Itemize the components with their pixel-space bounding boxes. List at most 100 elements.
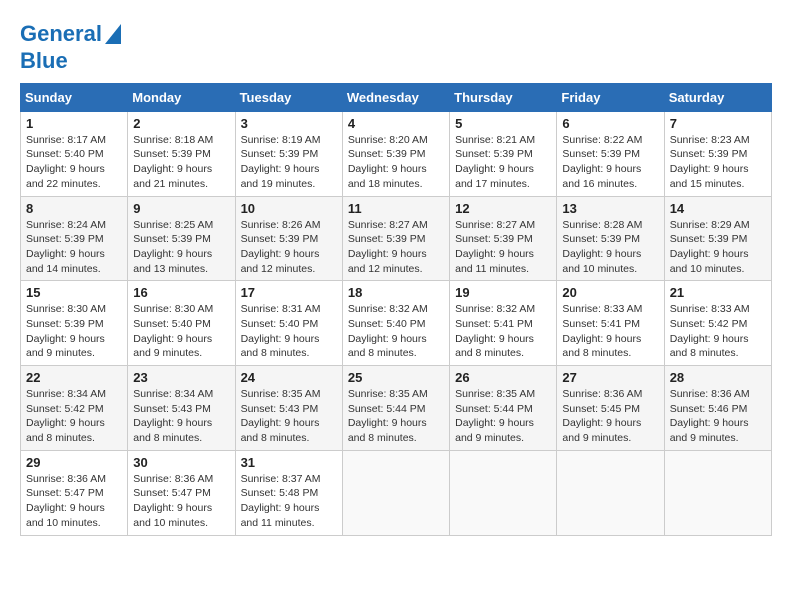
day-detail: Sunrise: 8:32 AMSunset: 5:41 PMDaylight:… [455, 303, 535, 359]
day-detail: Sunrise: 8:23 AMSunset: 5:39 PMDaylight:… [670, 134, 750, 190]
day-detail: Sunrise: 8:37 AMSunset: 5:48 PMDaylight:… [241, 473, 321, 529]
logo-triangle-icon [105, 24, 121, 44]
page-header: General Blue [20, 20, 772, 73]
calendar-cell: 6 Sunrise: 8:22 AMSunset: 5:39 PMDayligh… [557, 111, 664, 196]
day-detail: Sunrise: 8:30 AMSunset: 5:40 PMDaylight:… [133, 303, 213, 359]
calendar-week-row: 29 Sunrise: 8:36 AMSunset: 5:47 PMDaylig… [21, 450, 772, 535]
calendar-table: SundayMondayTuesdayWednesdayThursdayFrid… [20, 83, 772, 536]
calendar-header-monday: Monday [128, 83, 235, 111]
day-detail: Sunrise: 8:26 AMSunset: 5:39 PMDaylight:… [241, 219, 321, 275]
day-number: 16 [133, 285, 229, 300]
calendar-cell: 9 Sunrise: 8:25 AMSunset: 5:39 PMDayligh… [128, 196, 235, 281]
calendar-cell: 22 Sunrise: 8:34 AMSunset: 5:42 PMDaylig… [21, 366, 128, 451]
day-detail: Sunrise: 8:36 AMSunset: 5:46 PMDaylight:… [670, 388, 750, 444]
day-number: 25 [348, 370, 444, 385]
calendar-header-tuesday: Tuesday [235, 83, 342, 111]
calendar-cell: 20 Sunrise: 8:33 AMSunset: 5:41 PMDaylig… [557, 281, 664, 366]
day-number: 8 [26, 201, 122, 216]
calendar-cell [342, 450, 449, 535]
calendar-cell: 3 Sunrise: 8:19 AMSunset: 5:39 PMDayligh… [235, 111, 342, 196]
calendar-cell: 15 Sunrise: 8:30 AMSunset: 5:39 PMDaylig… [21, 281, 128, 366]
day-number: 21 [670, 285, 766, 300]
day-detail: Sunrise: 8:35 AMSunset: 5:44 PMDaylight:… [455, 388, 535, 444]
day-number: 3 [241, 116, 337, 131]
day-detail: Sunrise: 8:24 AMSunset: 5:39 PMDaylight:… [26, 219, 106, 275]
day-number: 23 [133, 370, 229, 385]
day-detail: Sunrise: 8:17 AMSunset: 5:40 PMDaylight:… [26, 134, 106, 190]
day-detail: Sunrise: 8:32 AMSunset: 5:40 PMDaylight:… [348, 303, 428, 359]
day-number: 17 [241, 285, 337, 300]
day-detail: Sunrise: 8:33 AMSunset: 5:42 PMDaylight:… [670, 303, 750, 359]
day-detail: Sunrise: 8:36 AMSunset: 5:47 PMDaylight:… [26, 473, 106, 529]
day-number: 10 [241, 201, 337, 216]
day-detail: Sunrise: 8:21 AMSunset: 5:39 PMDaylight:… [455, 134, 535, 190]
calendar-cell: 10 Sunrise: 8:26 AMSunset: 5:39 PMDaylig… [235, 196, 342, 281]
day-number: 31 [241, 455, 337, 470]
logo-text-line1: General [20, 22, 102, 46]
calendar-cell: 29 Sunrise: 8:36 AMSunset: 5:47 PMDaylig… [21, 450, 128, 535]
calendar-cell: 23 Sunrise: 8:34 AMSunset: 5:43 PMDaylig… [128, 366, 235, 451]
day-number: 1 [26, 116, 122, 131]
calendar-cell: 5 Sunrise: 8:21 AMSunset: 5:39 PMDayligh… [450, 111, 557, 196]
calendar-cell: 28 Sunrise: 8:36 AMSunset: 5:46 PMDaylig… [664, 366, 771, 451]
day-number: 28 [670, 370, 766, 385]
day-number: 5 [455, 116, 551, 131]
calendar-header-thursday: Thursday [450, 83, 557, 111]
day-number: 15 [26, 285, 122, 300]
calendar-cell [450, 450, 557, 535]
calendar-cell: 2 Sunrise: 8:18 AMSunset: 5:39 PMDayligh… [128, 111, 235, 196]
logo-text-line2: Blue [20, 49, 68, 73]
calendar-cell: 4 Sunrise: 8:20 AMSunset: 5:39 PMDayligh… [342, 111, 449, 196]
day-detail: Sunrise: 8:22 AMSunset: 5:39 PMDaylight:… [562, 134, 642, 190]
day-number: 14 [670, 201, 766, 216]
day-number: 9 [133, 201, 229, 216]
day-number: 18 [348, 285, 444, 300]
calendar-cell: 17 Sunrise: 8:31 AMSunset: 5:40 PMDaylig… [235, 281, 342, 366]
day-number: 20 [562, 285, 658, 300]
day-number: 29 [26, 455, 122, 470]
calendar-cell: 11 Sunrise: 8:27 AMSunset: 5:39 PMDaylig… [342, 196, 449, 281]
day-number: 2 [133, 116, 229, 131]
calendar-cell: 26 Sunrise: 8:35 AMSunset: 5:44 PMDaylig… [450, 366, 557, 451]
day-detail: Sunrise: 8:36 AMSunset: 5:47 PMDaylight:… [133, 473, 213, 529]
calendar-header-row: SundayMondayTuesdayWednesdayThursdayFrid… [21, 83, 772, 111]
day-detail: Sunrise: 8:27 AMSunset: 5:39 PMDaylight:… [455, 219, 535, 275]
day-number: 30 [133, 455, 229, 470]
day-number: 4 [348, 116, 444, 131]
day-detail: Sunrise: 8:30 AMSunset: 5:39 PMDaylight:… [26, 303, 106, 359]
calendar-week-row: 15 Sunrise: 8:30 AMSunset: 5:39 PMDaylig… [21, 281, 772, 366]
day-number: 11 [348, 201, 444, 216]
day-detail: Sunrise: 8:25 AMSunset: 5:39 PMDaylight:… [133, 219, 213, 275]
day-detail: Sunrise: 8:34 AMSunset: 5:42 PMDaylight:… [26, 388, 106, 444]
calendar-cell: 19 Sunrise: 8:32 AMSunset: 5:41 PMDaylig… [450, 281, 557, 366]
day-detail: Sunrise: 8:33 AMSunset: 5:41 PMDaylight:… [562, 303, 642, 359]
calendar-week-row: 8 Sunrise: 8:24 AMSunset: 5:39 PMDayligh… [21, 196, 772, 281]
day-detail: Sunrise: 8:35 AMSunset: 5:43 PMDaylight:… [241, 388, 321, 444]
day-detail: Sunrise: 8:34 AMSunset: 5:43 PMDaylight:… [133, 388, 213, 444]
day-detail: Sunrise: 8:18 AMSunset: 5:39 PMDaylight:… [133, 134, 213, 190]
calendar-cell: 30 Sunrise: 8:36 AMSunset: 5:47 PMDaylig… [128, 450, 235, 535]
calendar-cell: 25 Sunrise: 8:35 AMSunset: 5:44 PMDaylig… [342, 366, 449, 451]
calendar-cell: 24 Sunrise: 8:35 AMSunset: 5:43 PMDaylig… [235, 366, 342, 451]
day-number: 12 [455, 201, 551, 216]
calendar-cell: 14 Sunrise: 8:29 AMSunset: 5:39 PMDaylig… [664, 196, 771, 281]
day-detail: Sunrise: 8:28 AMSunset: 5:39 PMDaylight:… [562, 219, 642, 275]
calendar-cell: 16 Sunrise: 8:30 AMSunset: 5:40 PMDaylig… [128, 281, 235, 366]
day-number: 26 [455, 370, 551, 385]
calendar-week-row: 22 Sunrise: 8:34 AMSunset: 5:42 PMDaylig… [21, 366, 772, 451]
day-detail: Sunrise: 8:27 AMSunset: 5:39 PMDaylight:… [348, 219, 428, 275]
calendar-cell: 13 Sunrise: 8:28 AMSunset: 5:39 PMDaylig… [557, 196, 664, 281]
calendar-cell: 31 Sunrise: 8:37 AMSunset: 5:48 PMDaylig… [235, 450, 342, 535]
calendar-header-wednesday: Wednesday [342, 83, 449, 111]
calendar-cell [664, 450, 771, 535]
calendar-header-friday: Friday [557, 83, 664, 111]
calendar-week-row: 1 Sunrise: 8:17 AMSunset: 5:40 PMDayligh… [21, 111, 772, 196]
day-detail: Sunrise: 8:31 AMSunset: 5:40 PMDaylight:… [241, 303, 321, 359]
calendar-header-sunday: Sunday [21, 83, 128, 111]
calendar-header-saturday: Saturday [664, 83, 771, 111]
calendar-cell [557, 450, 664, 535]
day-number: 13 [562, 201, 658, 216]
day-detail: Sunrise: 8:20 AMSunset: 5:39 PMDaylight:… [348, 134, 428, 190]
calendar-cell: 18 Sunrise: 8:32 AMSunset: 5:40 PMDaylig… [342, 281, 449, 366]
calendar-cell: 12 Sunrise: 8:27 AMSunset: 5:39 PMDaylig… [450, 196, 557, 281]
